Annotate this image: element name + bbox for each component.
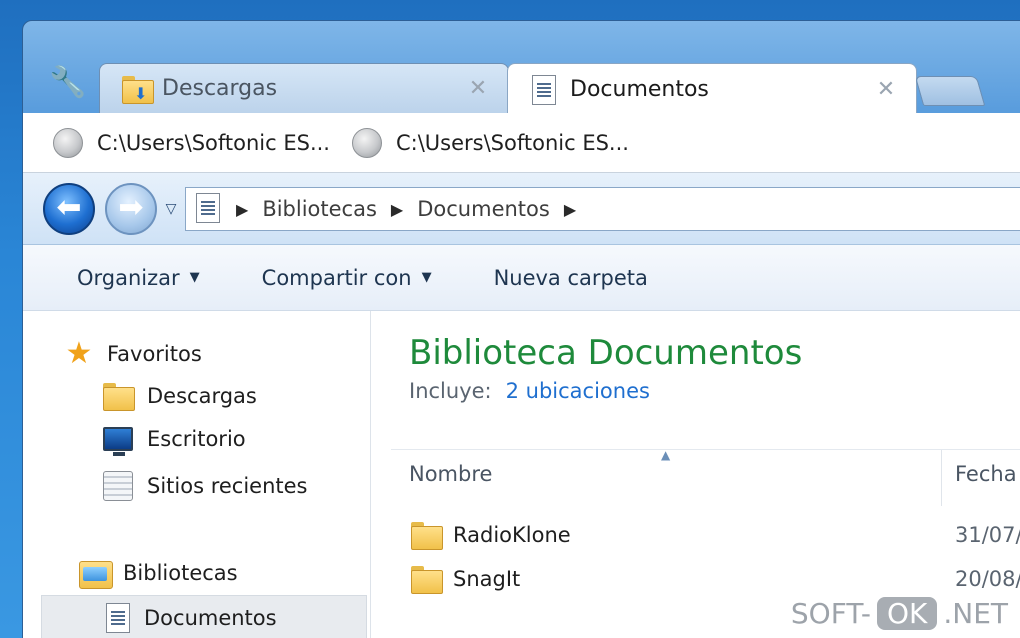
file-row[interactable]: RadioKlone 31/07/ xyxy=(411,515,1020,555)
chevron-down-icon: ▼ xyxy=(189,270,200,285)
nav-item-escritorio[interactable]: Escritorio xyxy=(103,427,246,456)
close-icon[interactable]: ✕ xyxy=(466,76,490,101)
nav-bibliotecas[interactable]: Bibliotecas xyxy=(79,559,238,589)
tab-descargas[interactable]: ⬇ Descargas ✕ xyxy=(99,63,509,113)
nav-item-descargas[interactable]: Descargas xyxy=(103,383,257,411)
wrench-icon[interactable]: 🔧 xyxy=(49,65,86,101)
folder-icon xyxy=(411,522,443,550)
downloads-folder-icon: ⬇ xyxy=(122,74,154,104)
bookmark-item[interactable]: C:\Users\Softonic ES... xyxy=(351,127,629,158)
libraries-icon xyxy=(79,559,113,589)
breadcrumb-documentos[interactable]: Documentos xyxy=(417,197,550,221)
sort-up-icon: ▲ xyxy=(661,448,671,462)
close-icon[interactable]: ✕ xyxy=(874,77,898,102)
watermark-logo: SOFT- OK .NET xyxy=(791,597,1008,630)
explorer-nav-bar: ⬅ ➡ ▽ ▶ Bibliotecas ▶ Documentos ▶ xyxy=(23,173,1020,245)
desktop-icon xyxy=(103,427,133,456)
nav-label: Favoritos xyxy=(107,342,202,366)
column-divider[interactable] xyxy=(941,450,942,506)
library-includes: Incluye: 2 ubicaciones xyxy=(409,379,650,403)
file-name: RadioKlone xyxy=(453,523,571,547)
forward-button[interactable]: ➡ xyxy=(105,183,157,235)
watermark-ok: OK xyxy=(876,597,938,630)
new-folder-button[interactable]: Nueva carpeta xyxy=(494,266,648,290)
organize-label: Organizar xyxy=(77,265,180,290)
tab-label: Descargas xyxy=(162,76,278,101)
file-date: 31/07/ xyxy=(955,523,1020,547)
document-icon xyxy=(106,603,130,633)
nav-label: Descargas xyxy=(147,384,257,408)
command-bar: Organizar ▼ Compartir con ▼ Nueva carpet… xyxy=(23,245,1020,311)
history-dropdown-icon[interactable]: ▽ xyxy=(161,199,181,219)
column-header-row: ▲ Nombre Fecha xyxy=(391,448,1020,506)
bookmarks-bar: C:\Users\Softonic ES... C:\Users\Softoni… xyxy=(23,113,1020,173)
chevron-right-icon[interactable]: ▶ xyxy=(391,200,403,219)
share-with-button[interactable]: Compartir con ▼ xyxy=(262,266,432,290)
nav-label: Escritorio xyxy=(147,427,246,451)
watermark-suffix: .NET xyxy=(943,597,1008,630)
includes-label: Incluye: xyxy=(409,379,492,403)
document-icon xyxy=(530,74,558,105)
folder-icon xyxy=(411,566,443,594)
organize-button[interactable]: Organizar ▼ xyxy=(77,266,200,290)
downloads-folder-icon xyxy=(103,383,135,411)
nav-label: Sitios recientes xyxy=(147,474,308,498)
includes-locations-link[interactable]: 2 ubicaciones xyxy=(506,379,650,403)
chevron-right-icon[interactable]: ▶ xyxy=(564,200,576,219)
column-header-date[interactable]: Fecha xyxy=(955,462,1017,486)
bookmark-label: C:\Users\Softonic ES... xyxy=(395,130,629,155)
bookmark-item[interactable]: C:\Users\Softonic ES... xyxy=(53,127,330,158)
file-row[interactable]: SnagIt 20/08/ xyxy=(411,559,1020,599)
nav-favorites[interactable]: ★ Favoritos xyxy=(63,339,202,369)
file-name: SnagIt xyxy=(453,567,521,591)
tab-label: Documentos xyxy=(570,77,709,102)
explorer-content: ★ Favoritos Descargas Escritorio Sitios … xyxy=(23,311,1020,638)
column-header-name[interactable]: Nombre xyxy=(409,462,492,486)
library-title: Biblioteca Documentos xyxy=(409,333,803,373)
chevron-down-icon: ▼ xyxy=(421,270,432,285)
bookmark-label: C:\Users\Softonic ES... xyxy=(97,130,330,155)
back-arrow-icon: ⬅ xyxy=(56,190,82,225)
file-date: 20/08/ xyxy=(955,567,1020,591)
back-button[interactable]: ⬅ xyxy=(43,183,95,235)
document-icon xyxy=(196,193,222,225)
nav-item-sitios-recientes[interactable]: Sitios recientes xyxy=(103,471,308,501)
globe-icon xyxy=(53,127,83,158)
file-list-pane: Biblioteca Documentos Incluye: 2 ubicaci… xyxy=(371,311,1020,638)
watermark-prefix: SOFT- xyxy=(790,597,871,630)
chevron-right-icon[interactable]: ▶ xyxy=(236,200,248,219)
navigation-pane: ★ Favoritos Descargas Escritorio Sitios … xyxy=(23,311,371,638)
new-tab-button[interactable] xyxy=(914,76,986,106)
globe-icon xyxy=(351,127,382,158)
nav-label: Documentos xyxy=(144,606,277,630)
star-icon: ★ xyxy=(65,336,93,371)
address-bar[interactable]: ▶ Bibliotecas ▶ Documentos ▶ xyxy=(185,187,1020,231)
browser-window: 🔧 ⬇ Descargas ✕ Documentos ✕ C:\Users\So… xyxy=(22,20,1020,638)
recent-places-icon xyxy=(103,471,133,501)
nav-label: Bibliotecas xyxy=(123,561,238,585)
tab-documentos[interactable]: Documentos ✕ xyxy=(507,63,917,115)
breadcrumb-bibliotecas[interactable]: Bibliotecas xyxy=(262,197,377,221)
forward-arrow-icon: ➡ xyxy=(118,190,144,225)
nav-item-documentos[interactable]: Documentos xyxy=(41,595,367,638)
share-with-label: Compartir con xyxy=(261,265,412,290)
new-folder-label: Nueva carpeta xyxy=(493,265,648,290)
tab-strip: 🔧 ⬇ Descargas ✕ Documentos ✕ xyxy=(23,21,1020,115)
